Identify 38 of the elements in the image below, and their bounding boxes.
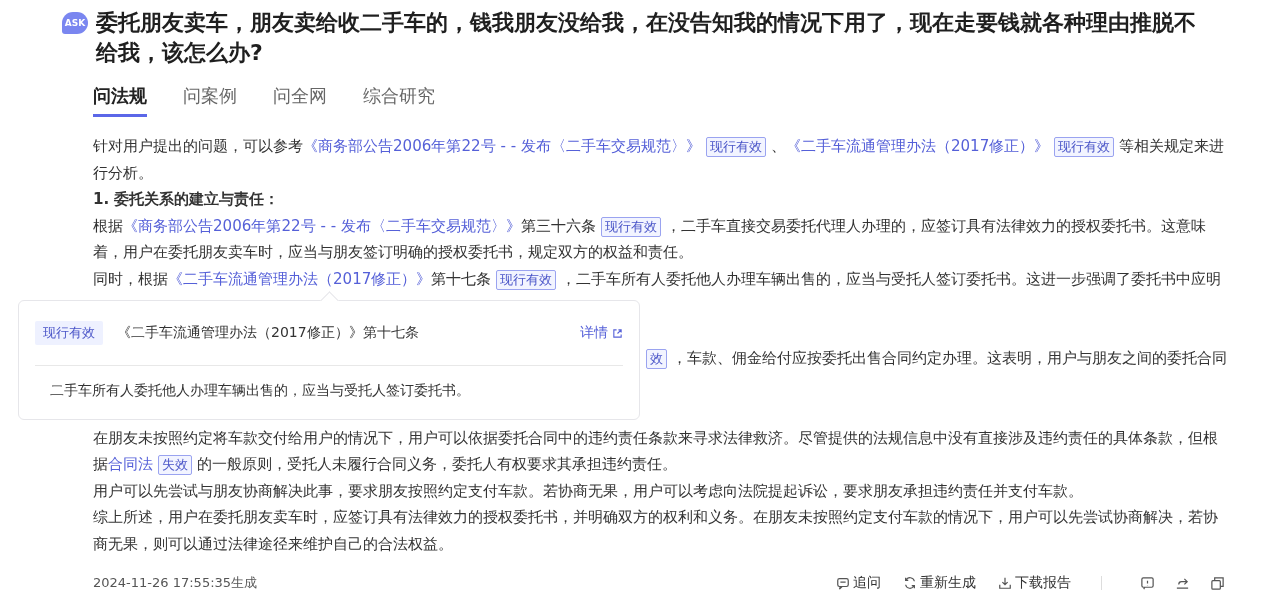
answer-paragraph: 在朋友未按照约定将车款交付给用户的情况下，用户可以依据委托合同中的违约责任条款来寻求法律救济。尽管提供的法规信息中没有直接涉及违约责任的具体条款，但根据合同法 失效 的一般原则，受托人未履行合同义务，委托人有权要求其承担违约责任。 (93, 427, 1219, 477)
status-tag: 效 (646, 349, 667, 369)
status-tag: 现行有效 (496, 269, 557, 290)
feedback-icon[interactable] (1140, 575, 1155, 591)
answer-paragraph: 针对用户提出的问题，可以参考《商务部公告2006年第22号 - - 发布〈二手车交易规范〉》 现行有效 、《二手车流通管理办法（2017修正）》 现行有效 等相关规定来进行分析。 (93, 136, 1225, 184)
answer-paragraph: 根据《商务部公告2006年第22号 - - 发布〈二手车交易规范〉》第三十六条 现行有效 ，二手车直接交易委托代理人办理的，应签订具有法律效力的授权委托书。这意味着，用户在委托朋友卖车时，应当与朋友签订明确的授权委托书，规定双方的权益和责任。 (93, 215, 1207, 263)
law-link[interactable]: 《商务部公告2006年第22号 - - 发布〈二手车交易规范〉》 (123, 216, 521, 235)
answer-paragraph: 1. 委托关系的建立与责任： (93, 189, 281, 210)
download-icon (998, 576, 1012, 590)
refresh-icon (903, 576, 917, 590)
citation-title: 《二手车流通管理办法（2017修正）》第十七条 (117, 324, 420, 342)
chat-icon (836, 576, 850, 590)
action-button[interactable]: 下载报告 (998, 574, 1071, 592)
law-link[interactable]: 《商务部公告2006年第22号 - - 发布〈二手车交易规范〉》 (303, 137, 701, 155)
timestamp: 2024-11-26 17:55:35生成 (93, 574, 259, 592)
tab[interactable]: 问全网 (273, 84, 327, 117)
question-title: 委托朋友卖车，朋友卖给收二手车的，钱我朋友没给我，在没告知我的情况下用了，现在走要钱就各种理由推脱不给我，该怎么办? (96, 9, 1197, 67)
status-tag: 失效 (158, 455, 192, 475)
citation-text: 二手车所有人委托他人办理车辆出售的，应当与受托人签订委托书。 (49, 381, 471, 400)
tab[interactable]: 问案例 (183, 84, 237, 117)
answer-paragraph: 用户可以先尝试与朋友协商解决此事，要求朋友按照约定支付车款。若协商无果，用户可以考虑向法院提起诉讼，要求朋友承担违约责任并支付车款。 (93, 480, 1084, 502)
copy-icon[interactable] (1210, 575, 1225, 591)
answer-paragraph: 综上所述，用户在委托朋友卖车时，应签订具有法律效力的授权委托书，并明确双方的权利和义务。在朋友未按照约定支付车款的情况下，用户可以先尝试协商解决，若协商无果，则可以通过法律途径来维护自己的合法权益。 (93, 507, 1219, 555)
details-link[interactable]: 详情 (580, 324, 623, 342)
answer-paragraph: 同时，根据《二手车流通管理办法（2017修正）》第十七条 现行有效 ，二手车所有人委托他人办理车辆出售的，应当与受托人签订委托书。这进一步强调了委托书中应明 (93, 268, 1223, 292)
external-link-icon (612, 327, 623, 339)
status-tag: 现行有效 (1054, 137, 1115, 157)
tab[interactable]: 问法规 (93, 84, 147, 117)
law-link[interactable]: 《二手车流通管理办法（2017修正）》 (168, 269, 432, 288)
action-button[interactable]: 追问 (836, 574, 881, 592)
action-button[interactable]: 重新生成 (903, 574, 976, 592)
law-link[interactable]: 合同法 (108, 455, 153, 473)
tab[interactable]: 综合研究 (363, 84, 435, 117)
status-tag: 现行有效 (600, 216, 661, 237)
law-link[interactable]: 《二手车流通管理办法（2017修正）》 (785, 137, 1050, 155)
status-tag: 现行有效 (35, 321, 103, 345)
ask-badge: ASK (62, 12, 88, 34)
status-tag: 现行有效 (705, 137, 766, 157)
